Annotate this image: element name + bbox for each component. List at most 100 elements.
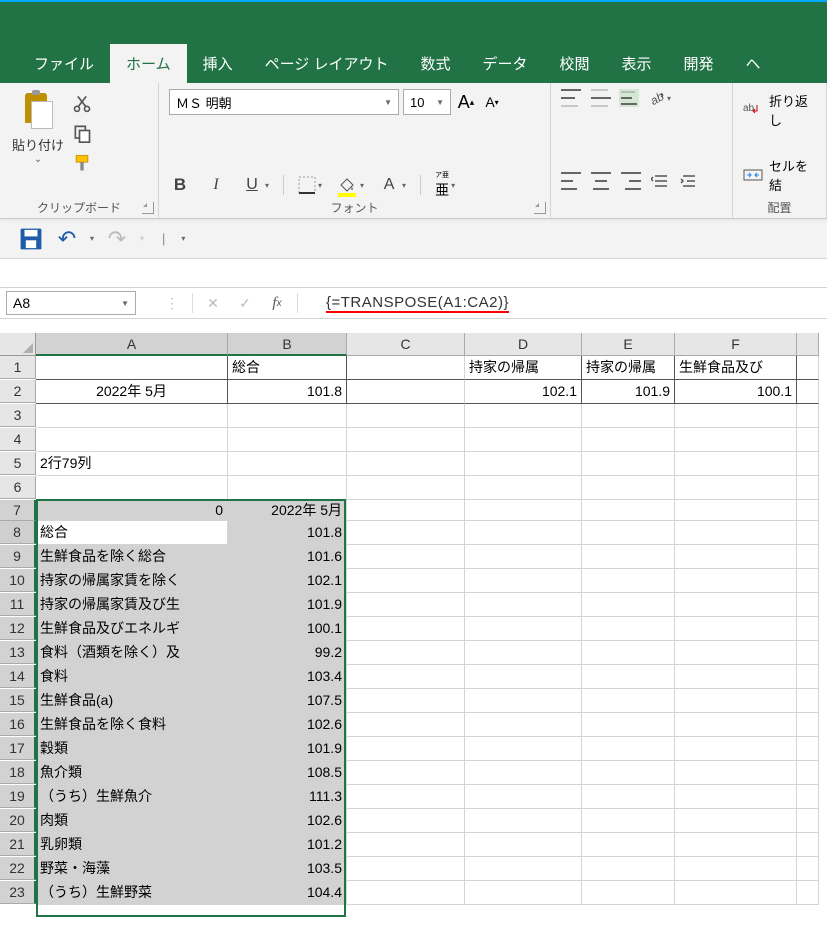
cell-E22[interactable] — [582, 857, 675, 881]
row-head-2[interactable]: 2 — [0, 380, 36, 403]
cell-F9[interactable] — [675, 545, 797, 569]
cell-A5[interactable]: 2行79列 — [36, 452, 228, 476]
cell-A16[interactable]: 生鮮食品を除く食料 — [36, 713, 228, 737]
cell-8[interactable] — [797, 521, 819, 545]
cell-D22[interactable] — [465, 857, 582, 881]
cell-E18[interactable] — [582, 761, 675, 785]
cell-C21[interactable] — [347, 833, 465, 857]
undo-dropdown[interactable]: ▾ — [90, 234, 94, 243]
cell-D3[interactable] — [465, 404, 582, 428]
cell-B17[interactable]: 101.9 — [228, 737, 347, 761]
cell-C13[interactable] — [347, 641, 465, 665]
row-head-21[interactable]: 21 — [0, 833, 36, 856]
col-head-F[interactable]: F — [675, 333, 797, 356]
row-head-17[interactable]: 17 — [0, 737, 36, 760]
row-head-14[interactable]: 14 — [0, 665, 36, 688]
cell-A11[interactable]: 持家の帰属家賃及び生 — [36, 593, 228, 617]
cell-D20[interactable] — [465, 809, 582, 833]
align-left-icon[interactable] — [561, 172, 581, 190]
cell-A23[interactable]: （うち）生鮮野菜 — [36, 881, 228, 905]
cell-F2[interactable]: 100.1 — [675, 380, 797, 404]
cell-C20[interactable] — [347, 809, 465, 833]
cell-F12[interactable] — [675, 617, 797, 641]
cell-D2[interactable]: 102.1 — [465, 380, 582, 404]
cell-F8[interactable] — [675, 521, 797, 545]
cell-E1[interactable]: 持家の帰属 — [582, 356, 675, 380]
cell-B12[interactable]: 100.1 — [228, 617, 347, 641]
cell-D17[interactable] — [465, 737, 582, 761]
cell-B2[interactable]: 101.8 — [228, 380, 347, 404]
cell-F14[interactable] — [675, 665, 797, 689]
cell-10[interactable] — [797, 569, 819, 593]
cell-20[interactable] — [797, 809, 819, 833]
cell-A4[interactable] — [36, 428, 228, 452]
cell-D6[interactable] — [465, 476, 582, 500]
cell-F13[interactable] — [675, 641, 797, 665]
row-head-22[interactable]: 22 — [0, 857, 36, 880]
merge-button[interactable]: セルを結 — [743, 154, 816, 194]
row-head-12[interactable]: 12 — [0, 617, 36, 640]
cell-3[interactable] — [797, 404, 819, 428]
cell-C23[interactable] — [347, 881, 465, 905]
ruby-button[interactable]: ア亜亜 ▾ — [435, 170, 455, 200]
cell-B5[interactable] — [228, 452, 347, 476]
cell-C15[interactable] — [347, 689, 465, 713]
cell-D9[interactable] — [465, 545, 582, 569]
decrease-font-icon[interactable]: A▾ — [481, 91, 503, 113]
underline-button[interactable]: U▾ — [241, 174, 269, 196]
cell-B21[interactable]: 101.2 — [228, 833, 347, 857]
cell-B4[interactable] — [228, 428, 347, 452]
col-head-C[interactable]: C — [347, 333, 465, 356]
tab-home[interactable]: ホーム — [110, 44, 187, 83]
cell-F19[interactable] — [675, 785, 797, 809]
cell-C4[interactable] — [347, 428, 465, 452]
cell-A19[interactable]: （うち）生鮮魚介 — [36, 785, 228, 809]
row-head-23[interactable]: 23 — [0, 881, 36, 904]
cell-A8[interactable]: 総合 — [36, 521, 228, 545]
cell-B22[interactable]: 103.5 — [228, 857, 347, 881]
cell-B19[interactable]: 111.3 — [228, 785, 347, 809]
save-icon[interactable] — [18, 226, 44, 252]
cell-F3[interactable] — [675, 404, 797, 428]
cell-C10[interactable] — [347, 569, 465, 593]
cell-5[interactable] — [797, 452, 819, 476]
cell-E4[interactable] — [582, 428, 675, 452]
cell-1[interactable] — [797, 356, 819, 380]
cell-E11[interactable] — [582, 593, 675, 617]
cell-E16[interactable] — [582, 713, 675, 737]
cell-A21[interactable]: 乳卵類 — [36, 833, 228, 857]
cell-C3[interactable] — [347, 404, 465, 428]
cell-D15[interactable] — [465, 689, 582, 713]
cell-2[interactable] — [797, 380, 819, 404]
cell-C14[interactable] — [347, 665, 465, 689]
cell-15[interactable] — [797, 689, 819, 713]
paste-dropdown-icon[interactable]: ⌄ — [10, 154, 66, 165]
cell-16[interactable] — [797, 713, 819, 737]
cell-F1[interactable]: 生鮮食品及び — [675, 356, 797, 380]
tab-developer[interactable]: 開発 — [668, 44, 730, 83]
cell-F21[interactable] — [675, 833, 797, 857]
row-head-18[interactable]: 18 — [0, 761, 36, 784]
select-all-corner[interactable] — [0, 333, 36, 356]
cell-E3[interactable] — [582, 404, 675, 428]
fill-color-button[interactable]: ▾ — [336, 174, 364, 196]
cell-F18[interactable] — [675, 761, 797, 785]
align-middle-icon[interactable] — [591, 89, 611, 107]
cell-B23[interactable]: 104.4 — [228, 881, 347, 905]
cell-C8[interactable] — [347, 521, 465, 545]
cell-F7[interactable] — [675, 500, 797, 521]
cell-E6[interactable] — [582, 476, 675, 500]
row-head-7[interactable]: 7 — [0, 500, 36, 521]
cell-B8[interactable]: 101.8 — [228, 521, 347, 545]
cell-F23[interactable] — [675, 881, 797, 905]
cell-B15[interactable]: 107.5 — [228, 689, 347, 713]
cell-A18[interactable]: 魚介類 — [36, 761, 228, 785]
cell-A1[interactable] — [36, 356, 228, 380]
row-head-8[interactable]: 8 — [0, 521, 36, 544]
cell-E2[interactable]: 101.9 — [582, 380, 675, 404]
row-head-20[interactable]: 20 — [0, 809, 36, 832]
cancel-icon[interactable]: ✕ — [197, 291, 229, 315]
cell-E12[interactable] — [582, 617, 675, 641]
tab-view[interactable]: 表示 — [606, 44, 668, 83]
wrap-text-button[interactable]: ab 折り返し — [743, 89, 816, 129]
